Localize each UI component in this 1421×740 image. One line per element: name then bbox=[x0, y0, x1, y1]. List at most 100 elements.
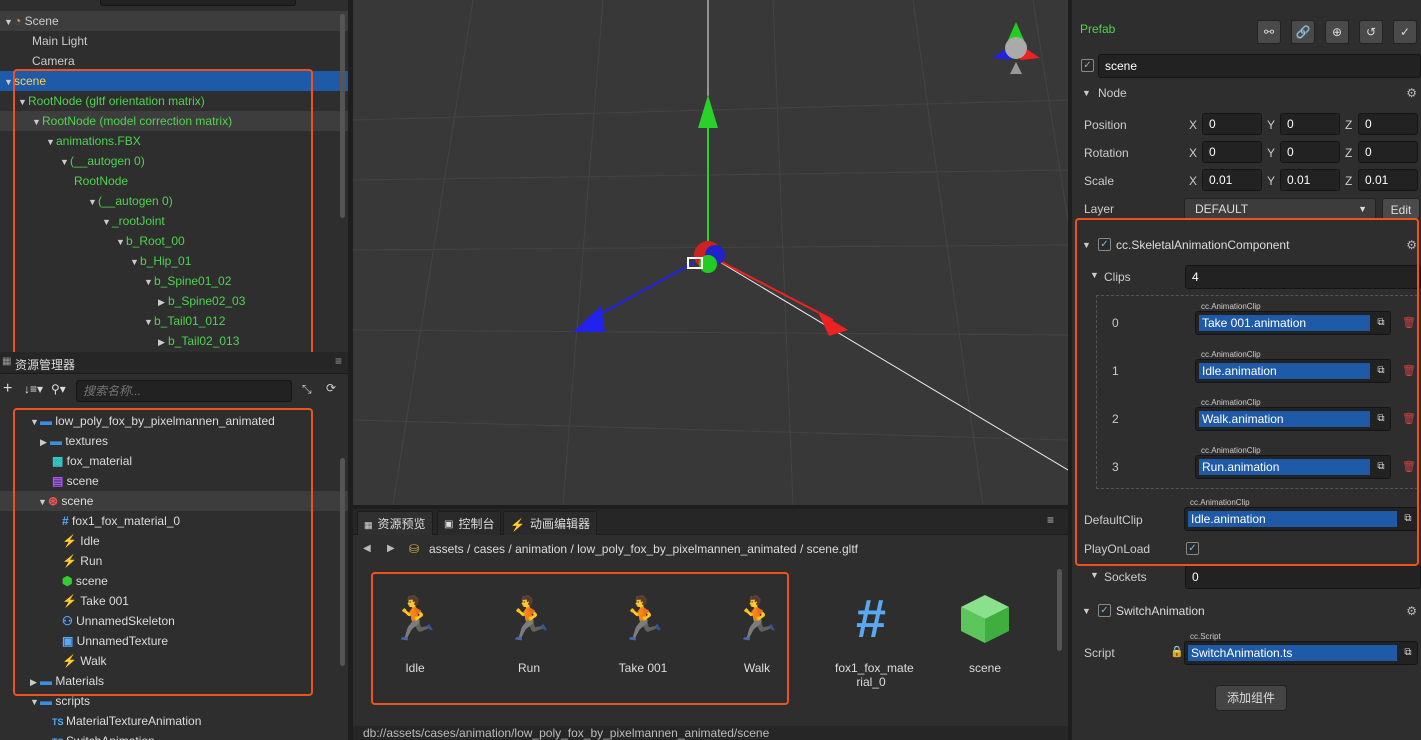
hierarchy-node[interactable]: ▼b_Tail01_012 bbox=[0, 311, 348, 331]
picker-icon[interactable]: ⧉ bbox=[1374, 315, 1388, 331]
clip-field[interactable]: cc.AnimationClip Walk.animation ⧉ bbox=[1195, 398, 1391, 431]
asset-item[interactable]: ⚡ Idle bbox=[0, 531, 348, 551]
asset-item[interactable]: # fox1_fox_material_0 bbox=[0, 511, 348, 531]
trash-icon[interactable]: 🗑 bbox=[1402, 316, 1416, 329]
asset-preview-item[interactable]: # fox1_fox_mate rial_0 bbox=[821, 592, 921, 689]
hierarchy-node[interactable]: ▼_rootJoint bbox=[0, 211, 348, 231]
hierarchy-node[interactable]: ▶ b_Spine02_03 bbox=[0, 291, 348, 311]
apply-prefab-button[interactable]: ✓ bbox=[1393, 20, 1417, 44]
hierarchy-node[interactable]: ▶ b_Tail02_013 bbox=[0, 331, 348, 351]
add-component-button[interactable]: 添加组件 bbox=[1215, 685, 1287, 711]
clip-field[interactable]: cc.AnimationClip Take 001.animation ⧉ bbox=[1195, 302, 1391, 335]
hierarchy-node[interactable]: ▼◔ Scene bbox=[0, 11, 348, 31]
breadcrumb-item[interactable]: cases bbox=[474, 542, 505, 556]
asset-item[interactable]: ▶ ▬ textures bbox=[0, 431, 348, 451]
tab-animation-editor[interactable]: ⚡ 动画编辑器 bbox=[503, 511, 597, 535]
layer-edit-button[interactable]: Edit bbox=[1382, 198, 1420, 220]
clips-count-input[interactable]: 4 bbox=[1185, 265, 1421, 289]
scale-x-input[interactable]: 0.01 bbox=[1202, 169, 1262, 191]
scene-viewport[interactable] bbox=[353, 0, 1068, 505]
clip-field[interactable]: cc.AnimationClip Run.animation ⧉ bbox=[1195, 446, 1391, 479]
node-section-header[interactable]: ▼ Node ⚙ bbox=[1072, 82, 1421, 104]
asset-item[interactable]: TS SwitchAnimation bbox=[0, 731, 348, 740]
collapse-icon[interactable]: ⤡ bbox=[302, 382, 312, 397]
asset-preview-item[interactable]: 🏃 Run bbox=[479, 593, 579, 675]
forward-icon[interactable]: ▶ bbox=[387, 538, 395, 560]
position-z-input[interactable]: 0 bbox=[1358, 113, 1418, 135]
picker-icon[interactable]: ⧉ bbox=[1374, 411, 1388, 427]
collapsed-triangle-icon[interactable]: ▶ bbox=[158, 292, 168, 312]
hierarchy-node[interactable]: ▼b_Root_00 bbox=[0, 231, 348, 251]
gear-icon[interactable]: ⚙ bbox=[1406, 600, 1417, 622]
assets-scrollbar[interactable] bbox=[340, 458, 345, 666]
expanded-triangle-icon[interactable]: ▼ bbox=[46, 132, 56, 152]
asset-item[interactable]: ▣ UnnamedTexture bbox=[0, 631, 348, 651]
collapsed-triangle-icon[interactable]: ▶ bbox=[158, 332, 168, 352]
tab-asset-preview[interactable]: ▦ 资源预览 bbox=[357, 511, 433, 535]
trash-icon[interactable]: 🗑 bbox=[1402, 412, 1416, 425]
asset-item[interactable]: ▤ scene bbox=[0, 471, 348, 491]
picker-icon[interactable]: ⧉ bbox=[1374, 459, 1388, 475]
asset-preview-item[interactable]: scene bbox=[935, 593, 1035, 675]
expanded-triangle-icon[interactable]: ▼ bbox=[60, 152, 70, 172]
hierarchy-node[interactable]: Main Light bbox=[0, 31, 348, 51]
play-on-load-checkbox[interactable]: ✓ bbox=[1186, 542, 1199, 555]
position-x-input[interactable]: 0 bbox=[1202, 113, 1262, 135]
hierarchy-node[interactable]: ▼b_Hip_01 bbox=[0, 251, 348, 271]
expanded-triangle-icon[interactable]: ▼ bbox=[30, 692, 40, 712]
sort-icon[interactable]: ↓≡▾ bbox=[24, 382, 43, 396]
hierarchy-node[interactable]: ▼(__autogen 0) bbox=[0, 191, 348, 211]
picker-icon[interactable]: ⧉ bbox=[1401, 511, 1415, 527]
hierarchy-scrollbar[interactable] bbox=[340, 14, 345, 218]
component-enabled-checkbox[interactable]: ✓ bbox=[1098, 238, 1111, 251]
sockets-count-input[interactable]: 0 bbox=[1185, 565, 1421, 589]
picker-icon[interactable]: ⧉ bbox=[1401, 645, 1415, 661]
breadcrumb-item[interactable]: assets bbox=[429, 542, 464, 556]
hierarchy-node[interactable]: ▼(__autogen 0) bbox=[0, 151, 348, 171]
expanded-triangle-icon[interactable]: ▼ bbox=[88, 192, 98, 212]
hierarchy-node[interactable]: ▼scene bbox=[0, 71, 348, 91]
expanded-triangle-icon[interactable]: ▼ bbox=[4, 72, 14, 92]
hierarchy-node[interactable]: ▼RootNode (gltf orientation matrix) bbox=[0, 91, 348, 111]
rotation-x-input[interactable]: 0 bbox=[1202, 141, 1262, 163]
expanded-triangle-icon[interactable]: ▼ bbox=[18, 92, 28, 112]
expanded-triangle-icon[interactable]: ▼ bbox=[102, 212, 112, 232]
asset-item[interactable]: ▩ fox_material bbox=[0, 451, 348, 471]
position-y-input[interactable]: 0 bbox=[1280, 113, 1340, 135]
hierarchy-node[interactable]: ▼animations.FBX bbox=[0, 131, 348, 151]
hierarchy-node[interactable]: RootNode bbox=[0, 171, 348, 191]
search-filter-icon[interactable]: ⚲▾ bbox=[51, 382, 66, 396]
asset-item[interactable]: ▼▬ scripts bbox=[0, 691, 348, 711]
expanded-triangle-icon[interactable]: ▼ bbox=[38, 492, 48, 512]
locate-prefab-button[interactable]: ⊕ bbox=[1325, 20, 1349, 44]
asset-item[interactable]: ▼▬ low_poly_fox_by_pixelmannen_animated bbox=[0, 411, 348, 431]
breadcrumb-item[interactable]: low_poly_fox_by_pixelmannen_animated bbox=[577, 542, 796, 556]
menu-icon[interactable]: ≡ bbox=[1047, 513, 1054, 527]
component-enabled-checkbox[interactable]: ✓ bbox=[1098, 604, 1111, 617]
expanded-triangle-icon[interactable]: ▼ bbox=[30, 412, 40, 432]
breadcrumb-item[interactable]: animation bbox=[515, 542, 567, 556]
collapsed-triangle-icon[interactable]: ▶ bbox=[40, 432, 50, 452]
asset-item[interactable]: TS MaterialTextureAnimation bbox=[0, 711, 348, 731]
node-name-input[interactable]: scene bbox=[1098, 54, 1421, 78]
expanded-triangle-icon[interactable]: ▼ bbox=[144, 272, 154, 292]
trash-icon[interactable]: 🗑 bbox=[1402, 460, 1416, 473]
script-field[interactable]: cc.Script SwitchAnimation.ts ⧉ bbox=[1184, 632, 1418, 665]
scale-y-input[interactable]: 0.01 bbox=[1280, 169, 1340, 191]
menu-icon[interactable]: ≡ bbox=[335, 354, 342, 368]
asset-preview-item[interactable]: 🏃 Walk bbox=[707, 593, 807, 675]
default-clip-field[interactable]: cc.AnimationClip Idle.animation ⧉ bbox=[1184, 498, 1418, 531]
add-icon[interactable]: + bbox=[3, 380, 12, 398]
asset-item[interactable]: ⚡ Walk bbox=[0, 651, 348, 671]
expanded-triangle-icon[interactable]: ▼ bbox=[4, 12, 14, 32]
collapsed-triangle-icon[interactable]: ▶ bbox=[30, 672, 40, 692]
expanded-triangle-icon[interactable]: ▼ bbox=[130, 252, 140, 272]
asset-preview-item[interactable]: 🏃 Take 001 bbox=[593, 593, 693, 675]
asset-item[interactable]: ⚇ UnnamedSkeleton bbox=[0, 611, 348, 631]
picker-icon[interactable]: ⧉ bbox=[1374, 363, 1388, 379]
sockets-triangle-icon[interactable]: ▼ bbox=[1090, 570, 1099, 580]
expanded-triangle-icon[interactable]: ▼ bbox=[116, 232, 126, 252]
rotation-y-input[interactable]: 0 bbox=[1280, 141, 1340, 163]
expanded-triangle-icon[interactable]: ▼ bbox=[144, 312, 154, 332]
tab-console[interactable]: ▣ 控制台 bbox=[437, 511, 502, 535]
